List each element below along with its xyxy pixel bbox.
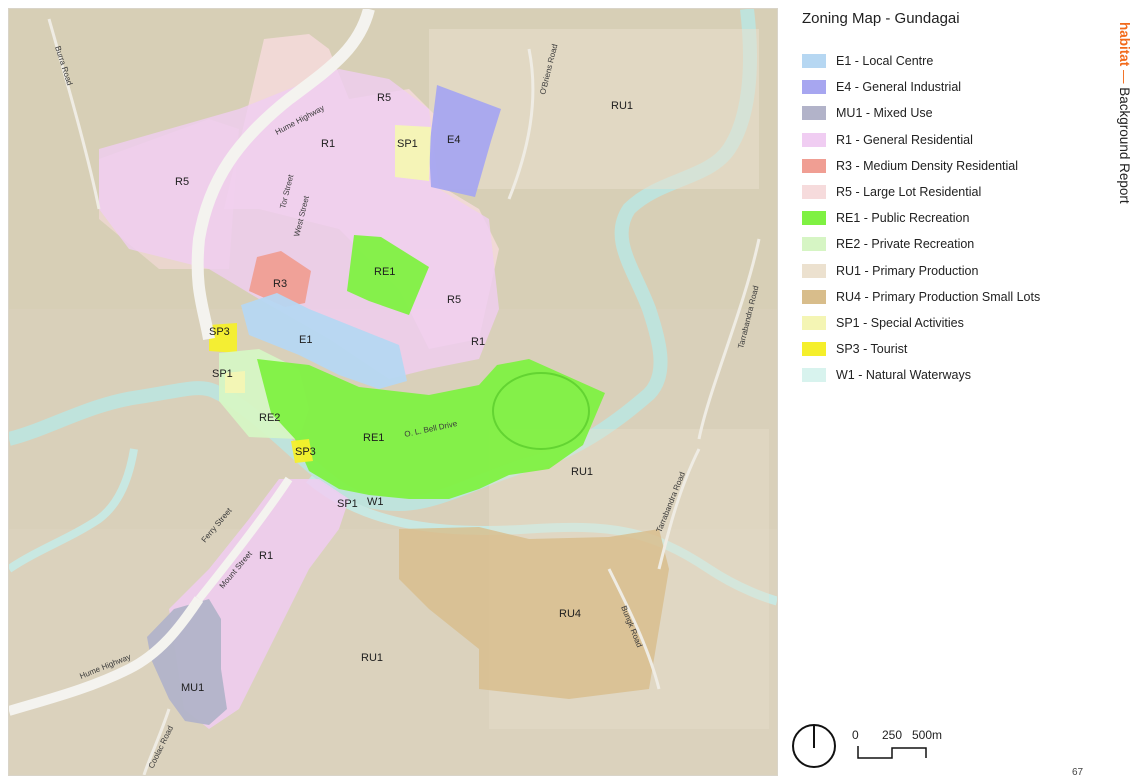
- legend-label: SP1 - Special Activities: [836, 315, 964, 330]
- map-canvas: R5 R5 R1 SP1 E4 RU1 R3 RE1 R5 SP3 E1 R1 …: [9, 9, 777, 775]
- label-r1-south: R1: [259, 550, 273, 562]
- legend-swatch: [802, 368, 826, 383]
- legend-swatch: [802, 132, 826, 147]
- legend-swatch: [802, 158, 826, 173]
- zone-sp1-north: [395, 125, 431, 181]
- legend-label: W1 - Natural Waterways: [836, 368, 971, 383]
- north-arrow-icon: [790, 722, 838, 775]
- legend-label: SP3 - Tourist: [836, 342, 908, 357]
- zoning-map[interactable]: R5 R5 R1 SP1 E4 RU1 R3 RE1 R5 SP3 E1 R1 …: [8, 8, 778, 776]
- label-sp3-west: SP3: [209, 326, 230, 338]
- legend-label: RU1 - Primary Production: [836, 263, 979, 278]
- legend-label: MU1 - Mixed Use: [836, 106, 933, 121]
- label-r5-west: R5: [175, 176, 189, 188]
- legend: E1 - Local Centre E4 - General Industrial…: [802, 48, 1082, 388]
- legend-item: RE1 - Public Recreation: [802, 205, 1082, 231]
- report-name: Background Report: [1117, 87, 1132, 204]
- legend-swatch: [802, 342, 826, 357]
- legend-label: RU4 - Primary Production Small Lots: [836, 289, 1041, 304]
- label-e1: E1: [299, 334, 312, 346]
- legend-item: R3 - Medium Density Residential: [802, 153, 1082, 179]
- legend-item: R1 - General Residential: [802, 127, 1082, 153]
- label-r5-east: R5: [447, 294, 461, 306]
- legend-item: RU1 - Primary Production: [802, 258, 1082, 284]
- legend-label: R3 - Medium Density Residential: [836, 158, 1019, 173]
- side-title: habitat — Background Report: [1117, 22, 1132, 204]
- legend-swatch: [802, 237, 826, 252]
- legend-item: RU4 - Primary Production Small Lots: [802, 284, 1082, 310]
- legend-item: E4 - General Industrial: [802, 74, 1082, 100]
- legend-item: E1 - Local Centre: [802, 48, 1082, 74]
- title-dash: —: [1117, 66, 1132, 88]
- label-re1-north: RE1: [374, 266, 395, 278]
- scale-bar-graphic: [857, 746, 927, 759]
- map-title: Zoning Map - Gundagai: [802, 10, 960, 27]
- legend-label: E1 - Local Centre: [836, 54, 934, 69]
- label-w1: W1: [367, 496, 384, 508]
- label-ru1-south: RU1: [361, 652, 383, 664]
- legend-item: SP3 - Tourist: [802, 336, 1082, 362]
- scale-mid: 250: [882, 728, 903, 742]
- label-ru1-ne: RU1: [611, 100, 633, 112]
- label-sp3-centre: SP3: [295, 446, 316, 458]
- label-r1-east: R1: [471, 336, 485, 348]
- legend-swatch: [802, 211, 826, 226]
- legend-item: SP1 - Special Activities: [802, 310, 1082, 336]
- legend-swatch: [802, 263, 826, 278]
- label-sp1-south: SP1: [337, 498, 358, 510]
- label-r3: R3: [273, 278, 287, 290]
- legend-swatch: [802, 185, 826, 200]
- legend-label: E4 - General Industrial: [836, 80, 962, 95]
- label-ru1-east: RU1: [571, 466, 593, 478]
- legend-swatch: [802, 106, 826, 121]
- label-re2: RE2: [259, 412, 280, 424]
- scale-end: 500: [912, 728, 933, 742]
- legend-label: RE2 - Private Recreation: [836, 237, 975, 252]
- label-sp1-west: SP1: [212, 368, 233, 380]
- legend-item: RE2 - Private Recreation: [802, 231, 1082, 257]
- label-e4: E4: [447, 134, 460, 146]
- scale-zero: 0: [852, 728, 859, 742]
- label-re1-centre: RE1: [363, 432, 384, 444]
- legend-swatch: [802, 80, 826, 95]
- label-ru4: RU4: [559, 608, 581, 620]
- label-r5-north: R5: [377, 92, 391, 104]
- legend-swatch: [802, 289, 826, 304]
- label-mu1: MU1: [181, 682, 204, 694]
- page-number: 67: [1072, 767, 1084, 778]
- legend-label: RE1 - Public Recreation: [836, 211, 970, 226]
- scale-unit: m: [932, 728, 943, 742]
- legend-label: R5 - Large Lot Residential: [836, 185, 982, 200]
- legend-swatch: [802, 54, 826, 69]
- legend-item: R5 - Large Lot Residential: [802, 179, 1082, 205]
- legend-label: R1 - General Residential: [836, 132, 973, 147]
- label-sp1-north: SP1: [397, 138, 418, 150]
- scale-bar: 0 250 500 m: [852, 728, 942, 767]
- legend-item: MU1 - Mixed Use: [802, 100, 1082, 126]
- label-r1-north: R1: [321, 138, 335, 150]
- legend-swatch: [802, 315, 826, 330]
- legend-item: W1 - Natural Waterways: [802, 362, 1082, 388]
- brand-name: habitat: [1117, 22, 1132, 67]
